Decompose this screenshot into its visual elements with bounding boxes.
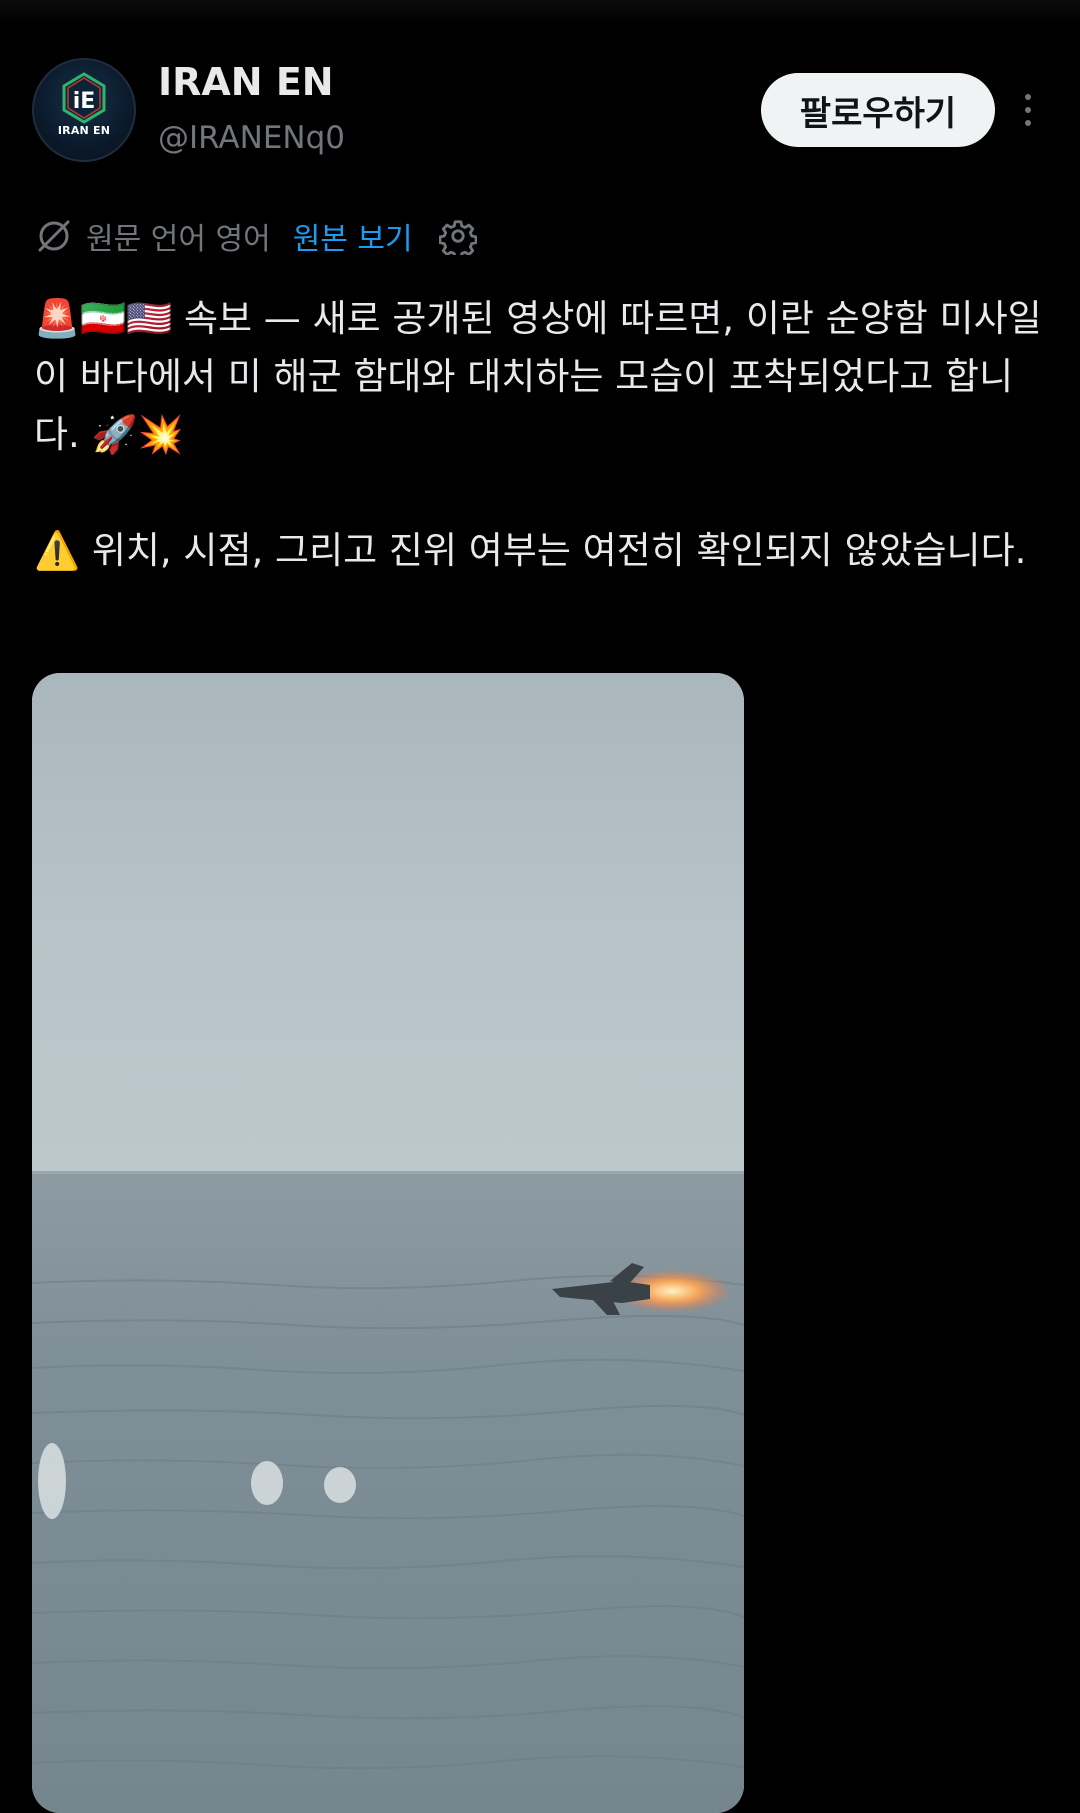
show-original-link[interactable]: 원본 보기 <box>293 214 413 258</box>
avatar-label: IRAN EN <box>57 124 111 137</box>
avatar-initials: iE <box>73 89 96 114</box>
post-paragraph-1: 🚨🇮🇷🇺🇸 속보 — 새로 공개된 영상에 따르면, 이란 순양함 미사일이 바… <box>34 297 1042 456</box>
follow-button[interactable]: 팔로우하기 <box>761 73 995 147</box>
more-vertical-icon[interactable] <box>1016 88 1040 132</box>
avatar-logo-icon: iE <box>62 72 106 124</box>
video-frame-image <box>32 673 744 1813</box>
display-name[interactable]: IRAN EN <box>158 60 334 104</box>
post-paragraph-2: ⚠️ 위치, 시점, 그리고 진위 여부는 여전히 확인되지 않았습니다. <box>34 529 1027 572</box>
translate-icon <box>38 220 70 252</box>
avatar[interactable]: iE IRAN EN <box>32 58 136 162</box>
translation-bar: 원문 언어 영어 원본 보기 <box>34 212 477 260</box>
user-handle[interactable]: @IRANENq0 <box>158 120 345 156</box>
translation-label: 원문 언어 영어 <box>86 222 271 257</box>
status-bar-shadow <box>0 0 1080 26</box>
post-video[interactable] <box>32 673 744 1813</box>
post-body: 🚨🇮🇷🇺🇸 속보 — 새로 공개된 영상에 따르면, 이란 순양함 미사일이 바… <box>34 290 1044 580</box>
gear-icon[interactable] <box>438 217 477 255</box>
